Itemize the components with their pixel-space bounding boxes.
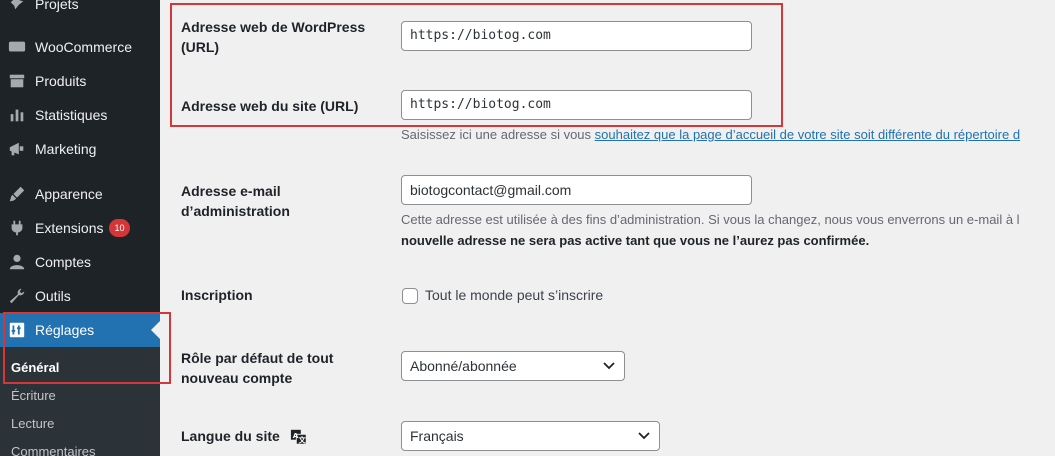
sidebar-item-marketing[interactable]: Marketing — [0, 132, 160, 166]
chevron-down-icon — [638, 432, 650, 440]
default-role-label: Rôle par défaut de tout nouveau compte — [181, 350, 334, 386]
anyone-can-register-label[interactable]: Tout le monde peut s’inscrire — [425, 287, 603, 303]
sidebar-item-comptes[interactable]: Comptes — [0, 245, 160, 279]
submenu-item-lecture[interactable]: Lecture — [11, 416, 54, 431]
sidebar-item-label: Apparence — [35, 186, 103, 202]
admin-email-label: Adresse e-mail d’administration — [181, 183, 290, 219]
chevron-down-icon — [603, 362, 615, 370]
sidebar-item-label: Outils — [35, 288, 71, 304]
sidebar-item-label: WooCommerce — [35, 39, 132, 55]
membership-label: Inscription — [181, 287, 253, 303]
products-icon — [7, 71, 27, 91]
anyone-can-register-checkbox[interactable] — [402, 288, 418, 304]
submenu-item-ecriture[interactable]: Écriture — [11, 388, 56, 403]
brush-icon — [7, 184, 27, 204]
stats-icon — [7, 105, 27, 125]
site-url-help-link[interactable]: souhaitez que la page d’accueil de votre… — [595, 127, 1020, 142]
sidebar-item-outils[interactable]: Outils — [0, 279, 160, 313]
sidebar-item-label: Projets — [35, 0, 79, 12]
plugin-icon — [7, 218, 27, 238]
admin-email-description-bold: nouvelle adresse ne sera pas active tant… — [401, 233, 870, 248]
user-icon — [7, 252, 27, 272]
sidebar-item-label: Produits — [35, 73, 87, 89]
sidebar-item-label: Extensions — [35, 220, 104, 236]
sidebar-item-apparence[interactable]: Apparence — [0, 177, 160, 211]
admin-email-description: Cette adresse est utilisée à des fins d’… — [401, 212, 1020, 227]
sidebar-item-produits[interactable]: Produits — [0, 64, 160, 98]
wrench-icon — [7, 286, 27, 306]
update-count-badge: 10 — [109, 219, 130, 237]
sidebar-item-projets[interactable]: Projets — [0, 0, 160, 21]
sidebar-item-woocommerce[interactable]: WooCommerce — [0, 30, 160, 64]
sidebar-item-extensions[interactable]: Extensions 10 — [0, 211, 160, 245]
site-language-select[interactable]: Français — [401, 421, 660, 451]
sidebar-item-statistiques[interactable]: Statistiques — [0, 98, 160, 132]
translation-icon: A文 — [290, 430, 307, 445]
pin-icon — [7, 0, 27, 14]
sidebar-item-label: Statistiques — [35, 107, 108, 123]
admin-sidebar: Projets WooCommerce Produits Statistique… — [0, 0, 160, 456]
admin-email-input[interactable]: biotogcontact@gmail.com — [401, 175, 752, 205]
highlight-box — [170, 3, 783, 127]
megaphone-icon — [7, 139, 27, 159]
default-role-select[interactable]: Abonné/abonnée — [401, 351, 625, 381]
sidebar-item-label: Comptes — [35, 254, 92, 270]
woocommerce-icon — [7, 37, 27, 57]
submenu-item-commentaires[interactable]: Commentaires — [11, 444, 96, 456]
site-url-description: Saisissez ici une adresse si vous souhai… — [401, 127, 1021, 142]
site-language-label: Langue du site A文 — [181, 426, 371, 446]
sidebar-item-label: Marketing — [35, 141, 97, 157]
highlight-box — [3, 312, 171, 384]
svg-text:文: 文 — [297, 436, 306, 445]
